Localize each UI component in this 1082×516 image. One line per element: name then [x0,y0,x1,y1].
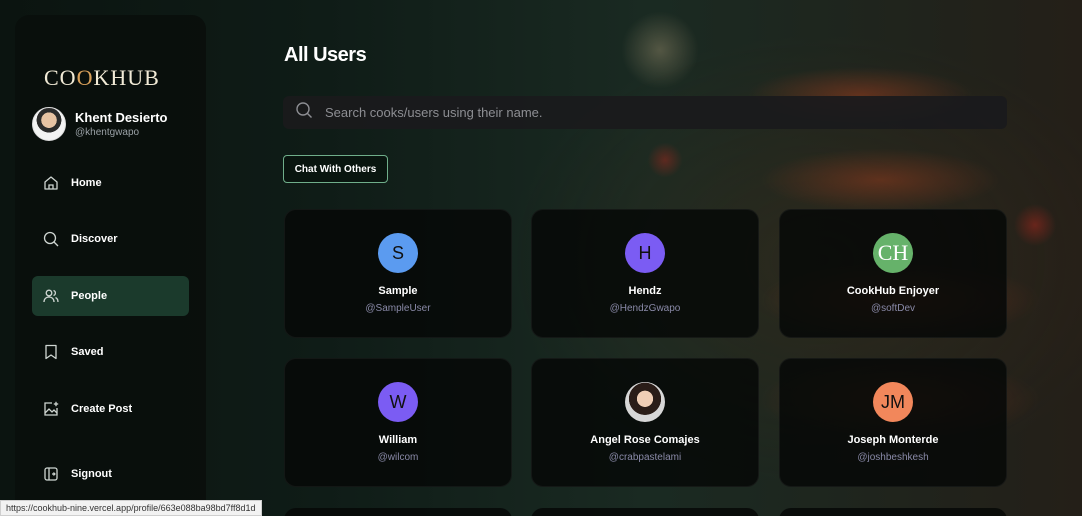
user-name: Sample [378,285,418,297]
user-name: Hendz [628,285,662,297]
cookhub-logo[interactable]: COOKHUB [44,65,160,91]
user-card-partial[interactable] [531,508,759,516]
sidebar-item-label: Create Post [71,403,133,415]
logo-text-3: KHUB [93,65,160,90]
sidebar-item-saved[interactable]: Saved [32,332,189,372]
sidebar-item-discover[interactable]: Discover [32,219,189,259]
signout-icon [43,466,59,482]
avatar: S [378,233,418,273]
sidebar: COOKHUB Khent Desierto @khentgwapo Home … [15,15,206,516]
sidebar-item-label: Home [71,177,102,189]
user-card-partial[interactable] [284,508,512,516]
user-name: CookHub Enjoyer [846,285,940,297]
sidebar-item-create-post[interactable]: Create Post [32,389,189,429]
sidebar-item-home[interactable]: Home [32,163,189,203]
sidebar-item-label: Signout [71,468,112,480]
user-card[interactable]: H Hendz @HendzGwapo [531,209,759,338]
user-name: William [378,434,418,446]
profile-name: Khent Desierto [75,110,168,125]
profile-handle: @khentgwapo [75,127,140,138]
avatar: H [625,233,665,273]
sidebar-item-label: Discover [71,233,118,245]
user-card[interactable]: W William @wilcom [284,358,512,487]
home-icon [43,175,59,191]
user-card[interactable]: S Sample @SampleUser [284,209,512,338]
search-icon [43,231,59,247]
sidebar-item-people[interactable]: People [32,276,189,316]
avatar: W [378,382,418,422]
image-add-icon [43,401,59,417]
user-name: Angel Rose Comajes [590,434,700,446]
user-handle: @SampleUser [365,303,431,314]
logo-text-2: O [76,65,94,90]
user-card[interactable]: CH CookHub Enjoyer @softDev [779,209,1007,338]
signout-button[interactable]: Signout [32,454,189,494]
sidebar-item-label: People [71,290,108,302]
user-name: Joseph Monterde [847,434,939,446]
user-handle: @crabpastelami [608,452,682,463]
avatar [625,382,665,422]
user-profile[interactable]: Khent Desierto @khentgwapo [32,107,167,141]
people-icon [43,288,59,304]
user-handle: @wilcom [377,452,419,463]
user-handle: @HendzGwapo [609,303,681,314]
user-handle: @softDev [870,303,916,314]
logo-text-1: CO [44,65,77,90]
avatar [32,107,66,141]
user-card[interactable]: JM Joseph Monterde @joshbeshkesh [779,358,1007,487]
sidebar-item-label: Saved [71,346,104,358]
avatar: CH [873,233,913,273]
status-bar-url: https://cookhub-nine.vercel.app/profile/… [0,500,262,516]
search-input[interactable] [325,105,965,120]
user-handle: @joshbeshkesh [857,452,929,463]
user-card[interactable]: Angel Rose Comajes @crabpastelami [531,358,759,487]
bookmark-icon [43,344,59,360]
avatar: JM [873,382,913,422]
page-title: All Users [284,44,367,66]
user-card-partial[interactable] [779,508,1007,516]
chat-with-others-button[interactable]: Chat With Others [283,155,388,183]
search-bar[interactable] [283,96,1007,129]
search-icon [295,101,313,124]
